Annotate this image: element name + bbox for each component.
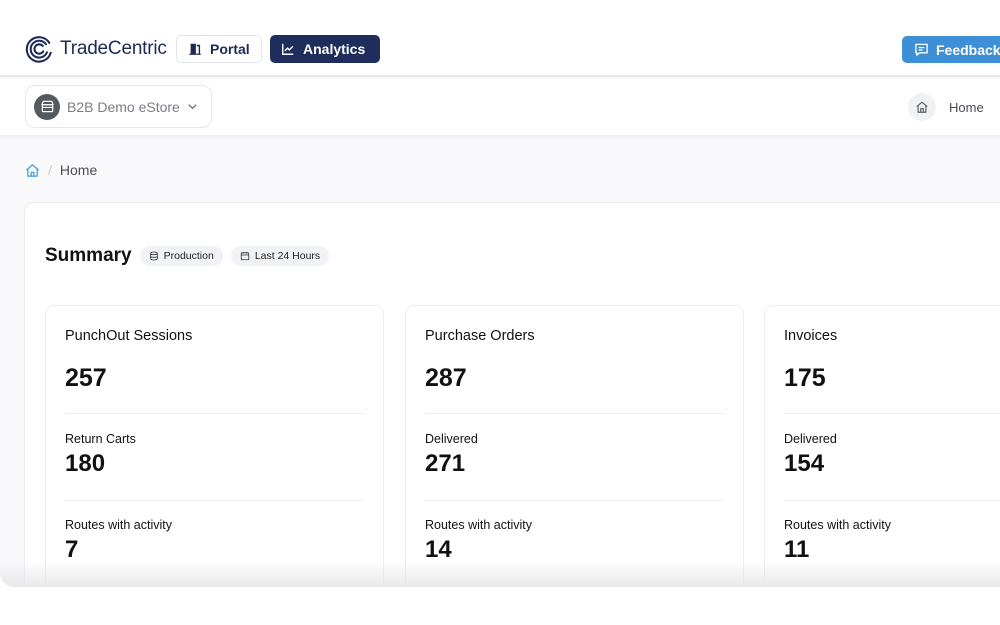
store-name: B2B Demo eStore	[67, 98, 180, 115]
calendar-icon	[240, 251, 249, 261]
card-divider	[784, 413, 1000, 414]
environment-chip[interactable]: Production	[139, 246, 223, 266]
home-icon-badge	[908, 93, 936, 121]
card-divider	[65, 413, 365, 414]
card-stat-value: 180	[65, 450, 106, 477]
card-stat-value: 154	[784, 450, 825, 477]
store-avatar	[34, 93, 60, 120]
breadcrumb: / Home	[25, 162, 97, 178]
invoices-card[interactable]: Invoices 175 Delivered 154 Routes with a…	[764, 305, 1000, 587]
nav-portal-button[interactable]: Portal	[176, 35, 262, 63]
database-icon	[149, 251, 158, 261]
card-stat-label: Delivered	[784, 432, 837, 446]
card-title: PunchOut Sessions	[65, 328, 193, 344]
card-stat-label: Return Carts	[65, 432, 136, 446]
message-icon	[915, 43, 928, 56]
purchase-orders-card[interactable]: Purchase Orders 287 Delivered 271 Routes…	[405, 305, 744, 587]
feedback-label: Feedback	[936, 41, 1000, 58]
summary-panel: Summary Production Last 24 Hours PunchOu…	[24, 202, 1000, 587]
environment-chip-label: Production	[163, 250, 214, 262]
store-selector[interactable]: B2B Demo eStore	[25, 85, 212, 128]
card-divider	[425, 500, 725, 501]
card-stat-label: Delivered	[425, 432, 478, 446]
card-stat-label: Routes with activity	[784, 518, 891, 532]
card-stat-value: 14	[425, 536, 452, 563]
time-range-chip-label: Last 24 Hours	[254, 250, 321, 262]
tradecentric-logo-icon	[25, 36, 52, 63]
feedback-button[interactable]: Feedback	[902, 36, 1000, 63]
store-bar: B2B Demo eStore Home	[0, 79, 1000, 135]
card-divider	[784, 500, 1000, 501]
breadcrumb-separator: /	[48, 162, 52, 178]
home-icon	[916, 101, 928, 113]
chevron-down-icon	[188, 104, 197, 110]
breadcrumb-current: Home	[59, 162, 98, 178]
top-nav-bar: TradeCentric Portal Analytics Feedback	[0, 0, 1000, 77]
nav-portal-label: Portal	[210, 41, 250, 57]
card-title: Purchase Orders	[425, 328, 535, 344]
breadcrumb-home-icon[interactable]	[25, 163, 40, 178]
home-link-label: Home	[949, 99, 984, 115]
brand-name: TradeCentric	[60, 38, 167, 59]
summary-title: Summary	[45, 245, 132, 266]
card-stat-label: Routes with activity	[65, 518, 172, 532]
home-link[interactable]: Home	[908, 93, 984, 121]
time-range-chip[interactable]: Last 24 Hours	[230, 246, 330, 266]
card-total-value: 287	[425, 364, 467, 392]
storefront-icon	[40, 100, 54, 113]
card-stat-value: 11	[784, 536, 810, 563]
card-stat-label: Routes with activity	[425, 518, 532, 532]
app-viewport: TradeCentric Portal Analytics Feedback B…	[0, 0, 1000, 587]
chart-line-icon	[282, 43, 294, 55]
card-total-value: 257	[65, 364, 107, 392]
card-stat-value: 7	[65, 536, 79, 563]
card-title: Invoices	[784, 328, 838, 344]
card-total-value: 175	[784, 364, 826, 392]
brand-logo[interactable]: TradeCentric	[24, 34, 167, 64]
punchout-sessions-card[interactable]: PunchOut Sessions 257 Return Carts 180 R…	[45, 305, 384, 587]
nav-analytics-label: Analytics	[303, 41, 366, 57]
card-divider	[425, 413, 725, 414]
summary-header: Summary Production Last 24 Hours	[45, 245, 330, 267]
nav-analytics-button[interactable]: Analytics	[270, 35, 380, 63]
door-icon	[189, 43, 201, 55]
card-stat-value: 271	[425, 450, 466, 477]
card-divider	[65, 500, 365, 501]
